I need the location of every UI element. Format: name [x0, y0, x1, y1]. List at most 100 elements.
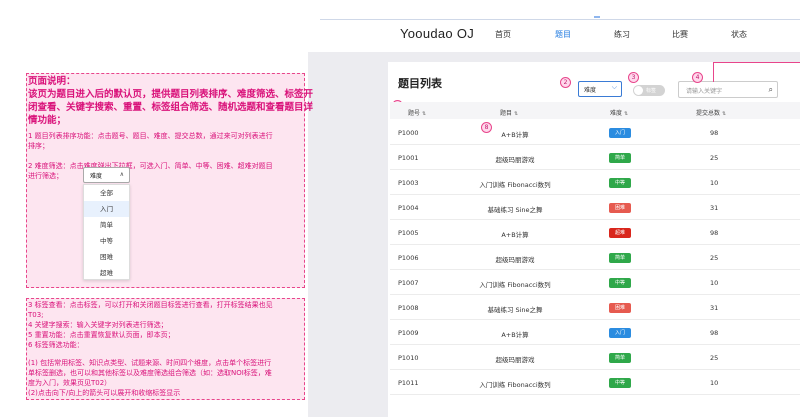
column-header-title[interactable]: 题目 ⇅ — [500, 108, 518, 117]
difficulty-tag: 困难 — [609, 303, 631, 313]
sort-icon[interactable]: ⇅ — [722, 111, 726, 117]
note-line: 3 标签查看：点击标签，可以打开和关闭题目标签进行查看，打开标签结果也见 — [28, 301, 273, 309]
difficulty-tag: 简单 — [609, 253, 631, 263]
sort-icon[interactable]: ⇅ — [514, 111, 518, 117]
table-row[interactable] — [390, 220, 800, 245]
submit-count: 10 — [710, 179, 719, 187]
tag-toggle[interactable]: 标签 — [633, 85, 665, 96]
note-heading: 闭查看、关键字搜索、重置、标签组合筛选、随机选题和查看题目详 — [28, 102, 314, 113]
note-item-sorting: 排序； — [28, 142, 49, 150]
top-divider — [320, 19, 800, 20]
top-decoration — [594, 16, 600, 18]
note-line: 5 重置功能：点击重置恢复默认页面，即本页； — [28, 331, 175, 339]
brand-logo[interactable]: Yooudao OJ — [400, 26, 474, 41]
search-placeholder: 请输入关键字 — [686, 88, 723, 95]
submit-count: 98 — [710, 129, 719, 137]
problem-id: P1004 — [398, 204, 419, 212]
submit-count: 10 — [710, 379, 719, 387]
note-item-sorting: 1 题目列表排序功能：点击题号、题目、难度、提交总数，通过来可对列表进行 — [28, 132, 273, 140]
nav-home[interactable]: 首页 — [495, 29, 511, 40]
submit-count: 98 — [710, 329, 719, 337]
column-header-label: 难度 — [610, 110, 623, 117]
difficulty-tag: 入门 — [609, 328, 631, 338]
note-line: (2)点击向下/向上的箭头可以展开和收缩标签显示 — [28, 389, 181, 397]
table-row[interactable] — [390, 145, 800, 170]
problem-id: P1005 — [398, 229, 419, 237]
difficulty-tag: 入门 — [609, 128, 631, 138]
submit-count: 31 — [710, 204, 719, 212]
note-item-difficulty: 进行筛选； — [28, 172, 63, 180]
table-row[interactable] — [390, 320, 800, 345]
page-title: 题目列表 — [398, 77, 442, 90]
problem-id: P1010 — [398, 354, 419, 362]
dropdown-option[interactable]: 入门 — [84, 201, 129, 217]
table-row[interactable] — [390, 195, 800, 220]
table-row[interactable] — [390, 270, 800, 295]
difficulty-tag: 中等 — [609, 378, 631, 388]
note-heading: 页面说明： — [28, 76, 76, 87]
table-row[interactable] — [390, 370, 800, 395]
difficulty-tag: 困难 — [609, 203, 631, 213]
nav-practice[interactable]: 练习 — [614, 29, 630, 40]
note-line: 4 关键字搜索：输入关键字对列表进行筛选； — [28, 321, 168, 329]
submit-count: 25 — [710, 254, 719, 262]
column-header-difficulty[interactable]: 难度 ⇅ — [610, 108, 628, 117]
chevron-up-icon: ∧ — [119, 171, 124, 178]
column-header-label: 题号 — [408, 110, 421, 117]
table-header — [390, 102, 800, 119]
dropdown-option[interactable]: 中等 — [84, 233, 129, 249]
nav-contest[interactable]: 比赛 — [672, 29, 688, 40]
note-line: 单标签删选，也可以和其他标签以及难度筛选组合筛选（如：选取NOI标签，难 — [28, 369, 272, 377]
difficulty-tag: 简单 — [609, 153, 631, 163]
column-header-id[interactable]: 题号 ⇅ — [408, 108, 426, 117]
nav-status[interactable]: 状态 — [731, 29, 747, 40]
annotation-badge: 3 — [628, 72, 639, 83]
difficulty-dropdown-trigger[interactable]: 难度 ∧ — [83, 167, 130, 183]
dropdown-option[interactable]: 简单 — [84, 217, 129, 233]
difficulty-tag: 超难 — [609, 228, 631, 238]
sort-icon[interactable]: ⇅ — [422, 111, 426, 117]
problem-id: P1006 — [398, 254, 419, 262]
difficulty-select[interactable]: 难度 ⌵ — [578, 81, 622, 97]
column-header-submits[interactable]: 提交总数 ⇅ — [696, 108, 726, 117]
problem-id: P1001 — [398, 154, 419, 162]
difficulty-select-label: 难度 — [584, 87, 597, 94]
problem-id: P1000 — [398, 129, 419, 137]
note-line: 6 标签筛选功能： — [28, 341, 84, 349]
chevron-down-icon: ⌵ — [611, 83, 617, 91]
table-row[interactable] — [390, 245, 800, 270]
annotation-connector — [713, 62, 800, 82]
submit-count: 10 — [710, 279, 719, 287]
problem-id: P1007 — [398, 279, 419, 287]
note-line: (1) 包括常用标签、知识点类型、试题来源、时间四个维度，点击单个标签进行 — [28, 359, 272, 367]
submit-count: 31 — [710, 304, 719, 312]
annotation-badge: 2 — [560, 77, 571, 88]
dropdown-option[interactable]: 困难 — [84, 249, 129, 265]
note-heading: 情功能； — [28, 115, 67, 126]
search-icon[interactable]: ⌕ — [769, 85, 773, 95]
table-row[interactable] — [390, 120, 800, 145]
dropdown-option[interactable]: 超难 — [84, 265, 129, 281]
dropdown-option[interactable]: 全部 — [84, 185, 129, 201]
problem-id: P1009 — [398, 329, 419, 337]
note-line: 度为入门，效果页见T02） — [28, 379, 112, 387]
difficulty-tag: 中等 — [609, 278, 631, 288]
note-heading: 该页为题目进入后的默认页，提供题目列表排序、难度筛选、标签开 — [28, 89, 314, 100]
difficulty-tag: 简单 — [609, 353, 631, 363]
difficulty-tag: 中等 — [609, 178, 631, 188]
submit-count: 25 — [710, 154, 719, 162]
top-nav-bar: Yooudao OJ 首页 题目 练习 比赛 状态 — [0, 0, 800, 50]
table-row[interactable] — [390, 345, 800, 370]
problem-id: P1008 — [398, 304, 419, 312]
toggle-knob — [634, 86, 643, 95]
difficulty-dropdown-menu: 全部 入门 简单 中等 困难 超难 — [83, 184, 130, 280]
search-input[interactable]: 请输入关键字 ⌕ — [678, 81, 778, 98]
column-header-label: 提交总数 — [696, 110, 721, 117]
table-row[interactable] — [390, 170, 800, 195]
dropdown-trigger-label: 难度 — [90, 173, 103, 180]
nav-problems[interactable]: 题目 — [555, 29, 571, 40]
problem-id: P1003 — [398, 179, 419, 187]
sort-icon[interactable]: ⇅ — [624, 111, 628, 117]
submit-count: 25 — [710, 354, 719, 362]
table-row[interactable] — [390, 295, 800, 320]
